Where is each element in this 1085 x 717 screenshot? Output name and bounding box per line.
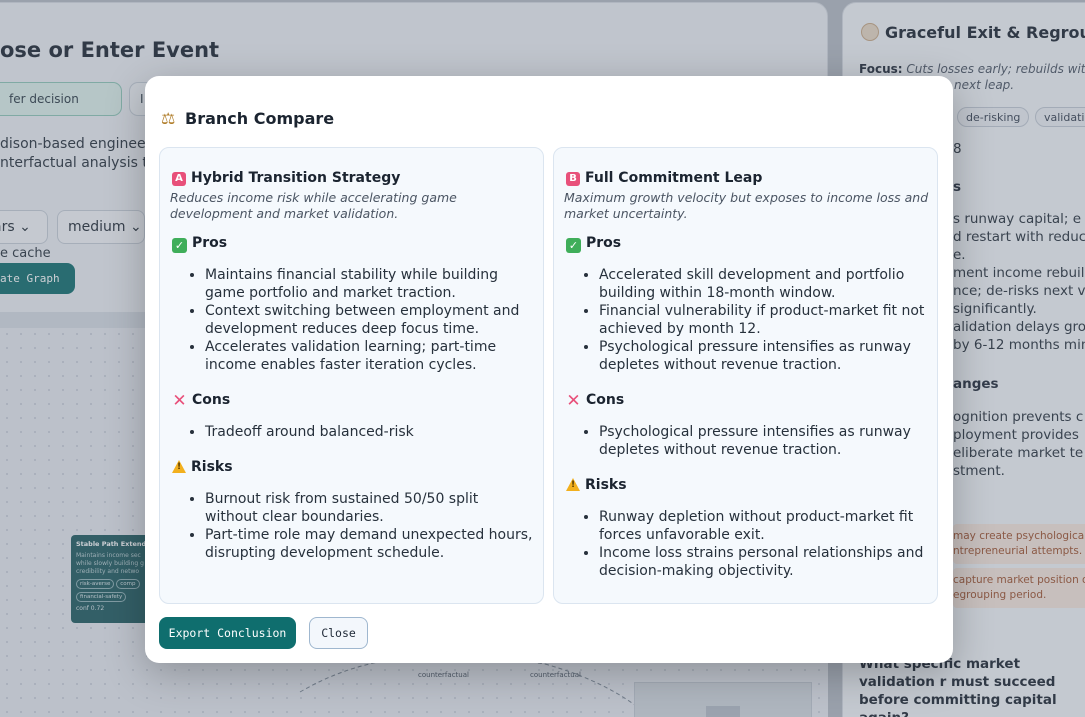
pros-label: Pros — [586, 235, 622, 251]
branch-badge: A — [172, 172, 186, 186]
branch-heading: A Hybrid Transition Strategy — [172, 170, 400, 186]
branch-compare-modal: ⚖ Branch Compare A Hybrid Transition Strat… — [145, 76, 953, 663]
list-item: Maintains financial stability while buil… — [205, 266, 535, 302]
list-item: Runway depletion without product-market … — [599, 508, 929, 544]
risks-label: Risks — [191, 459, 233, 475]
risks-list: Burnout risk from sustained 50/50 split … — [205, 490, 535, 562]
list-item: Tradeoff around balanced-risk — [205, 423, 535, 441]
list-item: Psychological pressure intensifies as ru… — [599, 423, 929, 459]
list-item: Burnout risk from sustained 50/50 split … — [205, 490, 535, 526]
branch-heading: B Full Commitment Leap — [566, 170, 762, 186]
list-item: Context switching between employment and… — [205, 302, 535, 338]
list-item: Psychological pressure intensifies as ru… — [599, 338, 929, 374]
check-icon: ✓ — [566, 238, 581, 253]
check-icon: ✓ — [172, 238, 187, 253]
list-item: Income loss strains personal relationshi… — [599, 544, 929, 580]
cons-heading: ✕ Cons — [172, 391, 231, 411]
cons-list: Tradeoff around balanced-risk — [205, 423, 535, 441]
cons-heading: ✕ Cons — [566, 391, 625, 411]
cross-icon: ✕ — [172, 391, 187, 411]
branch-summary: Reduces income risk while accelerating g… — [170, 190, 457, 221]
close-button[interactable]: Close — [309, 617, 368, 649]
pros-heading: ✓ Pros — [566, 235, 621, 253]
risks-heading: Risks — [566, 477, 627, 493]
export-conclusion-button[interactable]: Export Conclusion — [159, 617, 296, 649]
pros-list: Maintains financial stability while buil… — [205, 266, 535, 374]
pros-list: Accelerated skill development and portfo… — [599, 266, 929, 374]
modal-title-text: Branch Compare — [185, 109, 335, 128]
cross-icon: ✕ — [566, 391, 581, 411]
scale-icon: ⚖ — [161, 109, 176, 128]
cons-label: Cons — [192, 392, 231, 408]
branch-card-a: A Hybrid Transition Strategy Reduces inco… — [159, 147, 544, 604]
branch-name: Hybrid Transition Strategy — [191, 170, 401, 186]
branch-name: Full Commitment Leap — [585, 170, 763, 186]
branch-card-b: B Full Commitment Leap Maximum growth vel… — [553, 147, 938, 604]
pros-heading: ✓ Pros — [172, 235, 227, 253]
modal-title: ⚖ Branch Compare — [161, 109, 334, 128]
warning-icon — [566, 478, 580, 491]
cons-list: Psychological pressure intensifies as ru… — [599, 423, 929, 459]
risks-label: Risks — [585, 477, 627, 493]
risks-heading: Risks — [172, 459, 233, 475]
branch-badge: B — [566, 172, 580, 186]
pros-label: Pros — [192, 235, 228, 251]
risks-list: Runway depletion without product-market … — [599, 508, 929, 580]
cons-label: Cons — [586, 392, 625, 408]
list-item: Accelerated skill development and portfo… — [599, 266, 929, 302]
list-item: Part-time role may demand unexpected hou… — [205, 526, 535, 562]
branch-summary: Maximum growth velocity but exposes to i… — [564, 190, 929, 221]
list-item: Accelerates validation learning; part-ti… — [205, 338, 535, 374]
warning-icon — [172, 460, 186, 473]
list-item: Financial vulnerability if product-marke… — [599, 302, 929, 338]
